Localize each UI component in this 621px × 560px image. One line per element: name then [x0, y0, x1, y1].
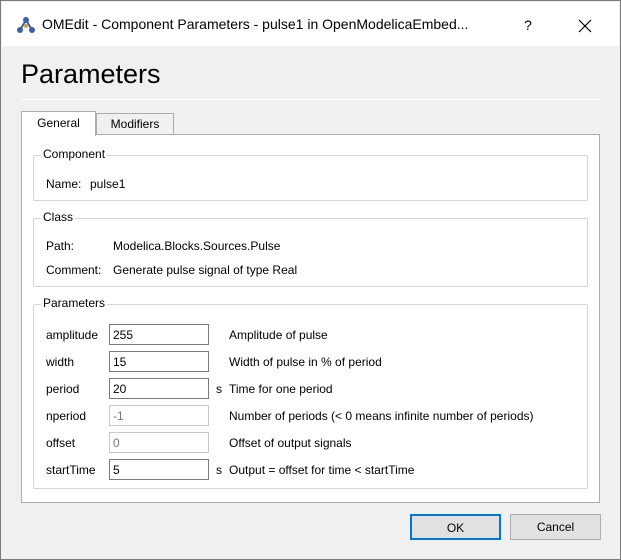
page-title: Parameters	[21, 59, 161, 89]
help-button[interactable]: ?	[510, 10, 546, 40]
dialog-window: OMEdit - Component Parameters - pulse1 i…	[0, 0, 621, 560]
param-name-nperiod: nperiod	[46, 409, 87, 423]
class-path-label: Path:	[46, 239, 75, 253]
tab-modifiers[interactable]: Modifiers	[96, 113, 174, 135]
ok-button[interactable]: OK	[410, 514, 501, 540]
component-name-value: pulse1	[90, 177, 126, 191]
parameters-group-title: Parameters	[41, 296, 108, 310]
param-input-amplitude[interactable]	[109, 324, 209, 345]
param-name-starttime: startTime	[46, 463, 96, 477]
param-desc-amplitude: Amplitude of pulse	[229, 328, 328, 342]
param-desc-period: Time for one period	[229, 382, 333, 396]
parameters-group: Parameters amplitude Amplitude of pulse …	[33, 296, 588, 489]
param-desc-starttime: Output = offset for time < startTime	[229, 463, 415, 477]
param-desc-offset: Offset of output signals	[229, 436, 352, 450]
param-input-starttime[interactable]	[109, 459, 209, 480]
class-path-value: Modelica.Blocks.Sources.Pulse	[113, 239, 281, 253]
param-input-nperiod[interactable]	[109, 405, 209, 426]
openmodelica-app-icon	[17, 17, 35, 33]
close-button[interactable]	[562, 10, 608, 40]
component-group: Component Name: pulse1	[33, 147, 588, 201]
param-name-amplitude: amplitude	[46, 328, 99, 342]
param-name-width: width	[46, 355, 75, 369]
class-comment-label: Comment:	[46, 263, 102, 277]
class-group: Class Path: Modelica.Blocks.Sources.Puls…	[33, 210, 588, 287]
heading-divider	[21, 99, 602, 100]
title-bar[interactable]: OMEdit - Component Parameters - pulse1 i…	[2, 2, 619, 46]
component-name-label: Name:	[46, 177, 82, 191]
param-input-period[interactable]	[109, 378, 209, 399]
component-group-title: Component	[41, 147, 108, 161]
param-desc-nperiod: Number of periods (< 0 means infinite nu…	[229, 409, 534, 423]
param-input-offset[interactable]	[109, 432, 209, 453]
param-unit-period: s	[216, 382, 222, 396]
close-icon	[578, 19, 592, 33]
cancel-button[interactable]: Cancel	[510, 514, 601, 540]
class-group-title: Class	[41, 210, 76, 224]
class-comment-value: Generate pulse signal of type Real	[113, 263, 298, 277]
window-title: OMEdit - Component Parameters - pulse1 i…	[42, 16, 469, 32]
param-desc-width: Width of pulse in % of period	[229, 355, 382, 369]
param-unit-starttime: s	[216, 463, 222, 477]
param-input-width[interactable]	[109, 351, 209, 372]
general-tab-panel: Component Name: pulse1 Class Path: Model…	[21, 134, 600, 503]
param-name-period: period	[46, 382, 80, 396]
param-name-offset: offset	[46, 436, 76, 450]
tab-general[interactable]: General	[21, 111, 96, 136]
